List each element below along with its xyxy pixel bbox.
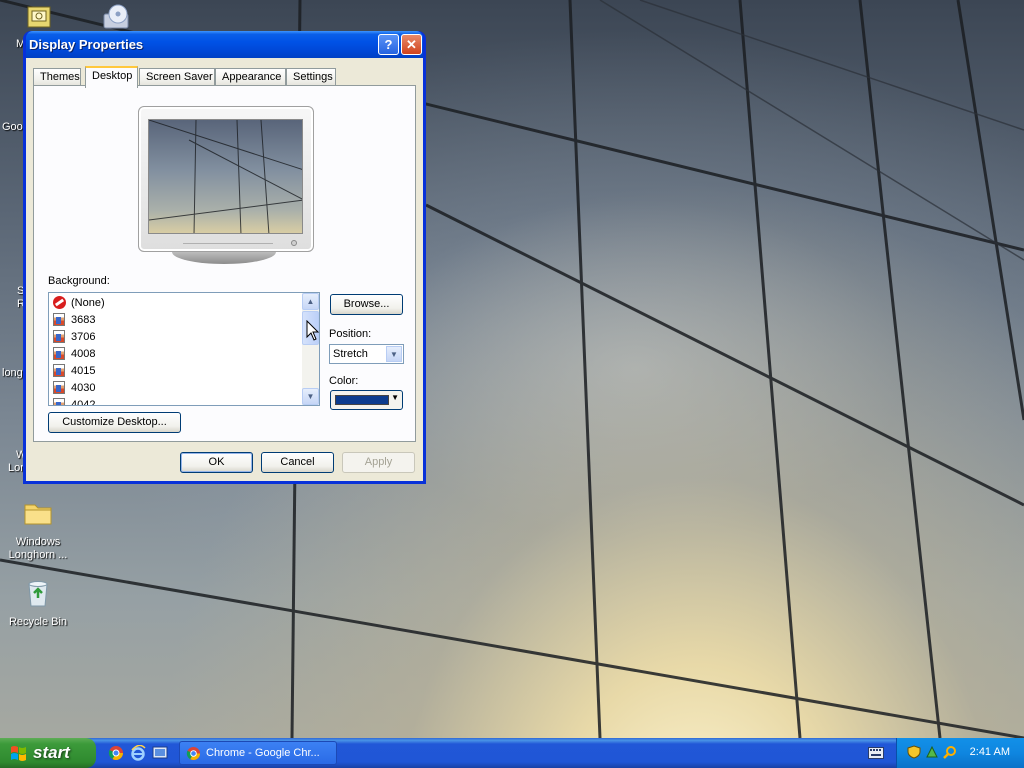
vertical-scrollbar[interactable]: ▲ ▼ (302, 293, 319, 405)
windows-logo-icon (11, 746, 26, 761)
wallpaper-preview (148, 119, 303, 234)
chevron-up-icon: ▲ (306, 297, 315, 306)
list-item-label: 4030 (71, 381, 96, 394)
tab-themes[interactable]: Themes (33, 68, 81, 86)
color-picker-button[interactable]: ▼ (330, 390, 403, 410)
list-item[interactable]: 4042 (53, 396, 96, 406)
mouse-pointer-icon (306, 320, 320, 341)
start-button[interactable]: start (0, 738, 96, 768)
desktop-icon-recycle-bin[interactable]: Recycle Bin (0, 577, 76, 629)
internet-explorer-icon[interactable] (130, 745, 146, 761)
task-label: Chrome - Google Chr... (206, 747, 320, 759)
position-select-value: Stretch (333, 348, 368, 360)
desktop-icon-partial-label[interactable]: Goo (2, 121, 23, 133)
list-item[interactable]: 4015 (53, 362, 95, 379)
no-entry-icon (53, 295, 66, 309)
desktop-icon-label: Recycle Bin (8, 616, 68, 628)
desktop-tab-panel: Background: (None) 3683 3706 4008 4015 4… (33, 85, 416, 442)
position-label: Position: (329, 328, 372, 340)
recycle-bin-icon (28, 581, 48, 607)
scroll-up-button[interactable]: ▲ (302, 293, 319, 310)
taskbar-task-chrome[interactable]: Chrome - Google Chr... (179, 741, 337, 765)
cancel-button[interactable]: Cancel (261, 452, 334, 473)
list-item[interactable]: 4030 (53, 379, 95, 396)
list-item-label: 3683 (71, 313, 96, 326)
list-item-label: (None) (71, 296, 105, 309)
close-button[interactable]: ✕ (401, 34, 422, 55)
list-item[interactable]: 4008 (53, 345, 95, 362)
preview-lines-icon (149, 120, 302, 233)
background-label: Background: (48, 275, 110, 287)
list-item-label: 3706 (71, 330, 96, 343)
help-icon: ? (384, 37, 393, 52)
position-select[interactable]: Stretch ▼ (329, 344, 404, 364)
desktop-icon-partial-label[interactable]: long (2, 367, 23, 379)
network-tray-icon[interactable] (925, 745, 939, 759)
image-file-icon (53, 397, 65, 405)
window-client-area: Themes Desktop Screen Saver Appearance S… (26, 58, 423, 481)
network-icon[interactable] (26, 5, 52, 33)
scroll-down-button[interactable]: ▼ (302, 388, 319, 405)
chrome-icon (186, 746, 201, 761)
image-file-icon (53, 329, 65, 343)
system-tray: 2:41 AM (896, 738, 1024, 768)
title-bar[interactable]: Display Properties ? ✕ (26, 31, 423, 58)
color-label: Color: (329, 375, 359, 387)
list-item-label: 4042 (71, 398, 96, 406)
monitor-preview (138, 106, 314, 252)
list-item[interactable]: (None) (53, 294, 105, 311)
image-file-icon (53, 363, 65, 377)
list-item-label: 4008 (71, 347, 96, 360)
help-button[interactable]: ? (378, 34, 399, 55)
power-led-icon (291, 240, 297, 246)
tab-appearance[interactable]: Appearance (215, 68, 286, 86)
ok-button[interactable]: OK (180, 452, 253, 473)
monitor-stand (172, 252, 276, 264)
security-shield-icon[interactable] (907, 745, 921, 759)
image-file-icon (53, 312, 65, 326)
start-label: start (33, 743, 70, 762)
clock[interactable]: 2:41 AM (970, 746, 1010, 758)
chevron-down-icon: ▼ (386, 346, 402, 362)
apply-button[interactable]: Apply (342, 452, 415, 473)
cd-drive-icon[interactable] (100, 2, 132, 32)
monitor-slot (183, 243, 273, 247)
tab-screen-saver[interactable]: Screen Saver (139, 68, 215, 86)
show-desktop-icon[interactable] (152, 745, 168, 761)
keyboard-icon[interactable] (868, 747, 884, 759)
chrome-quicklaunch-icon[interactable] (108, 745, 124, 761)
list-item[interactable]: 3683 (53, 311, 95, 328)
window-title: Display Properties (29, 37, 144, 52)
folder-icon (24, 504, 52, 525)
customize-desktop-button[interactable]: Customize Desktop... (48, 412, 181, 433)
tab-settings[interactable]: Settings (286, 68, 336, 86)
image-file-icon (53, 380, 65, 394)
list-item[interactable]: 3706 (53, 328, 95, 345)
desktop-icon-longhorn-folder[interactable]: Windows Longhorn ... (0, 497, 76, 562)
close-icon: ✕ (406, 37, 417, 52)
taskbar: start Chrome - Google Chr... 2:41 AM (0, 738, 1024, 768)
list-item-label: 4015 (71, 364, 96, 377)
chevron-down-icon: ▼ (306, 392, 315, 401)
display-properties-window: Display Properties ? ✕ Themes Desktop Sc… (23, 31, 426, 484)
desktop-icon-label: Windows Longhorn ... (8, 536, 68, 561)
tab-desktop[interactable]: Desktop (85, 66, 138, 88)
chevron-down-icon: ▼ (391, 393, 399, 402)
search-icon[interactable] (943, 745, 957, 759)
background-listbox[interactable]: (None) 3683 3706 4008 4015 4030 4042 ▲ ▼ (48, 292, 320, 406)
image-file-icon (53, 346, 65, 360)
browse-button[interactable]: Browse... (330, 294, 403, 315)
color-swatch (335, 395, 389, 405)
